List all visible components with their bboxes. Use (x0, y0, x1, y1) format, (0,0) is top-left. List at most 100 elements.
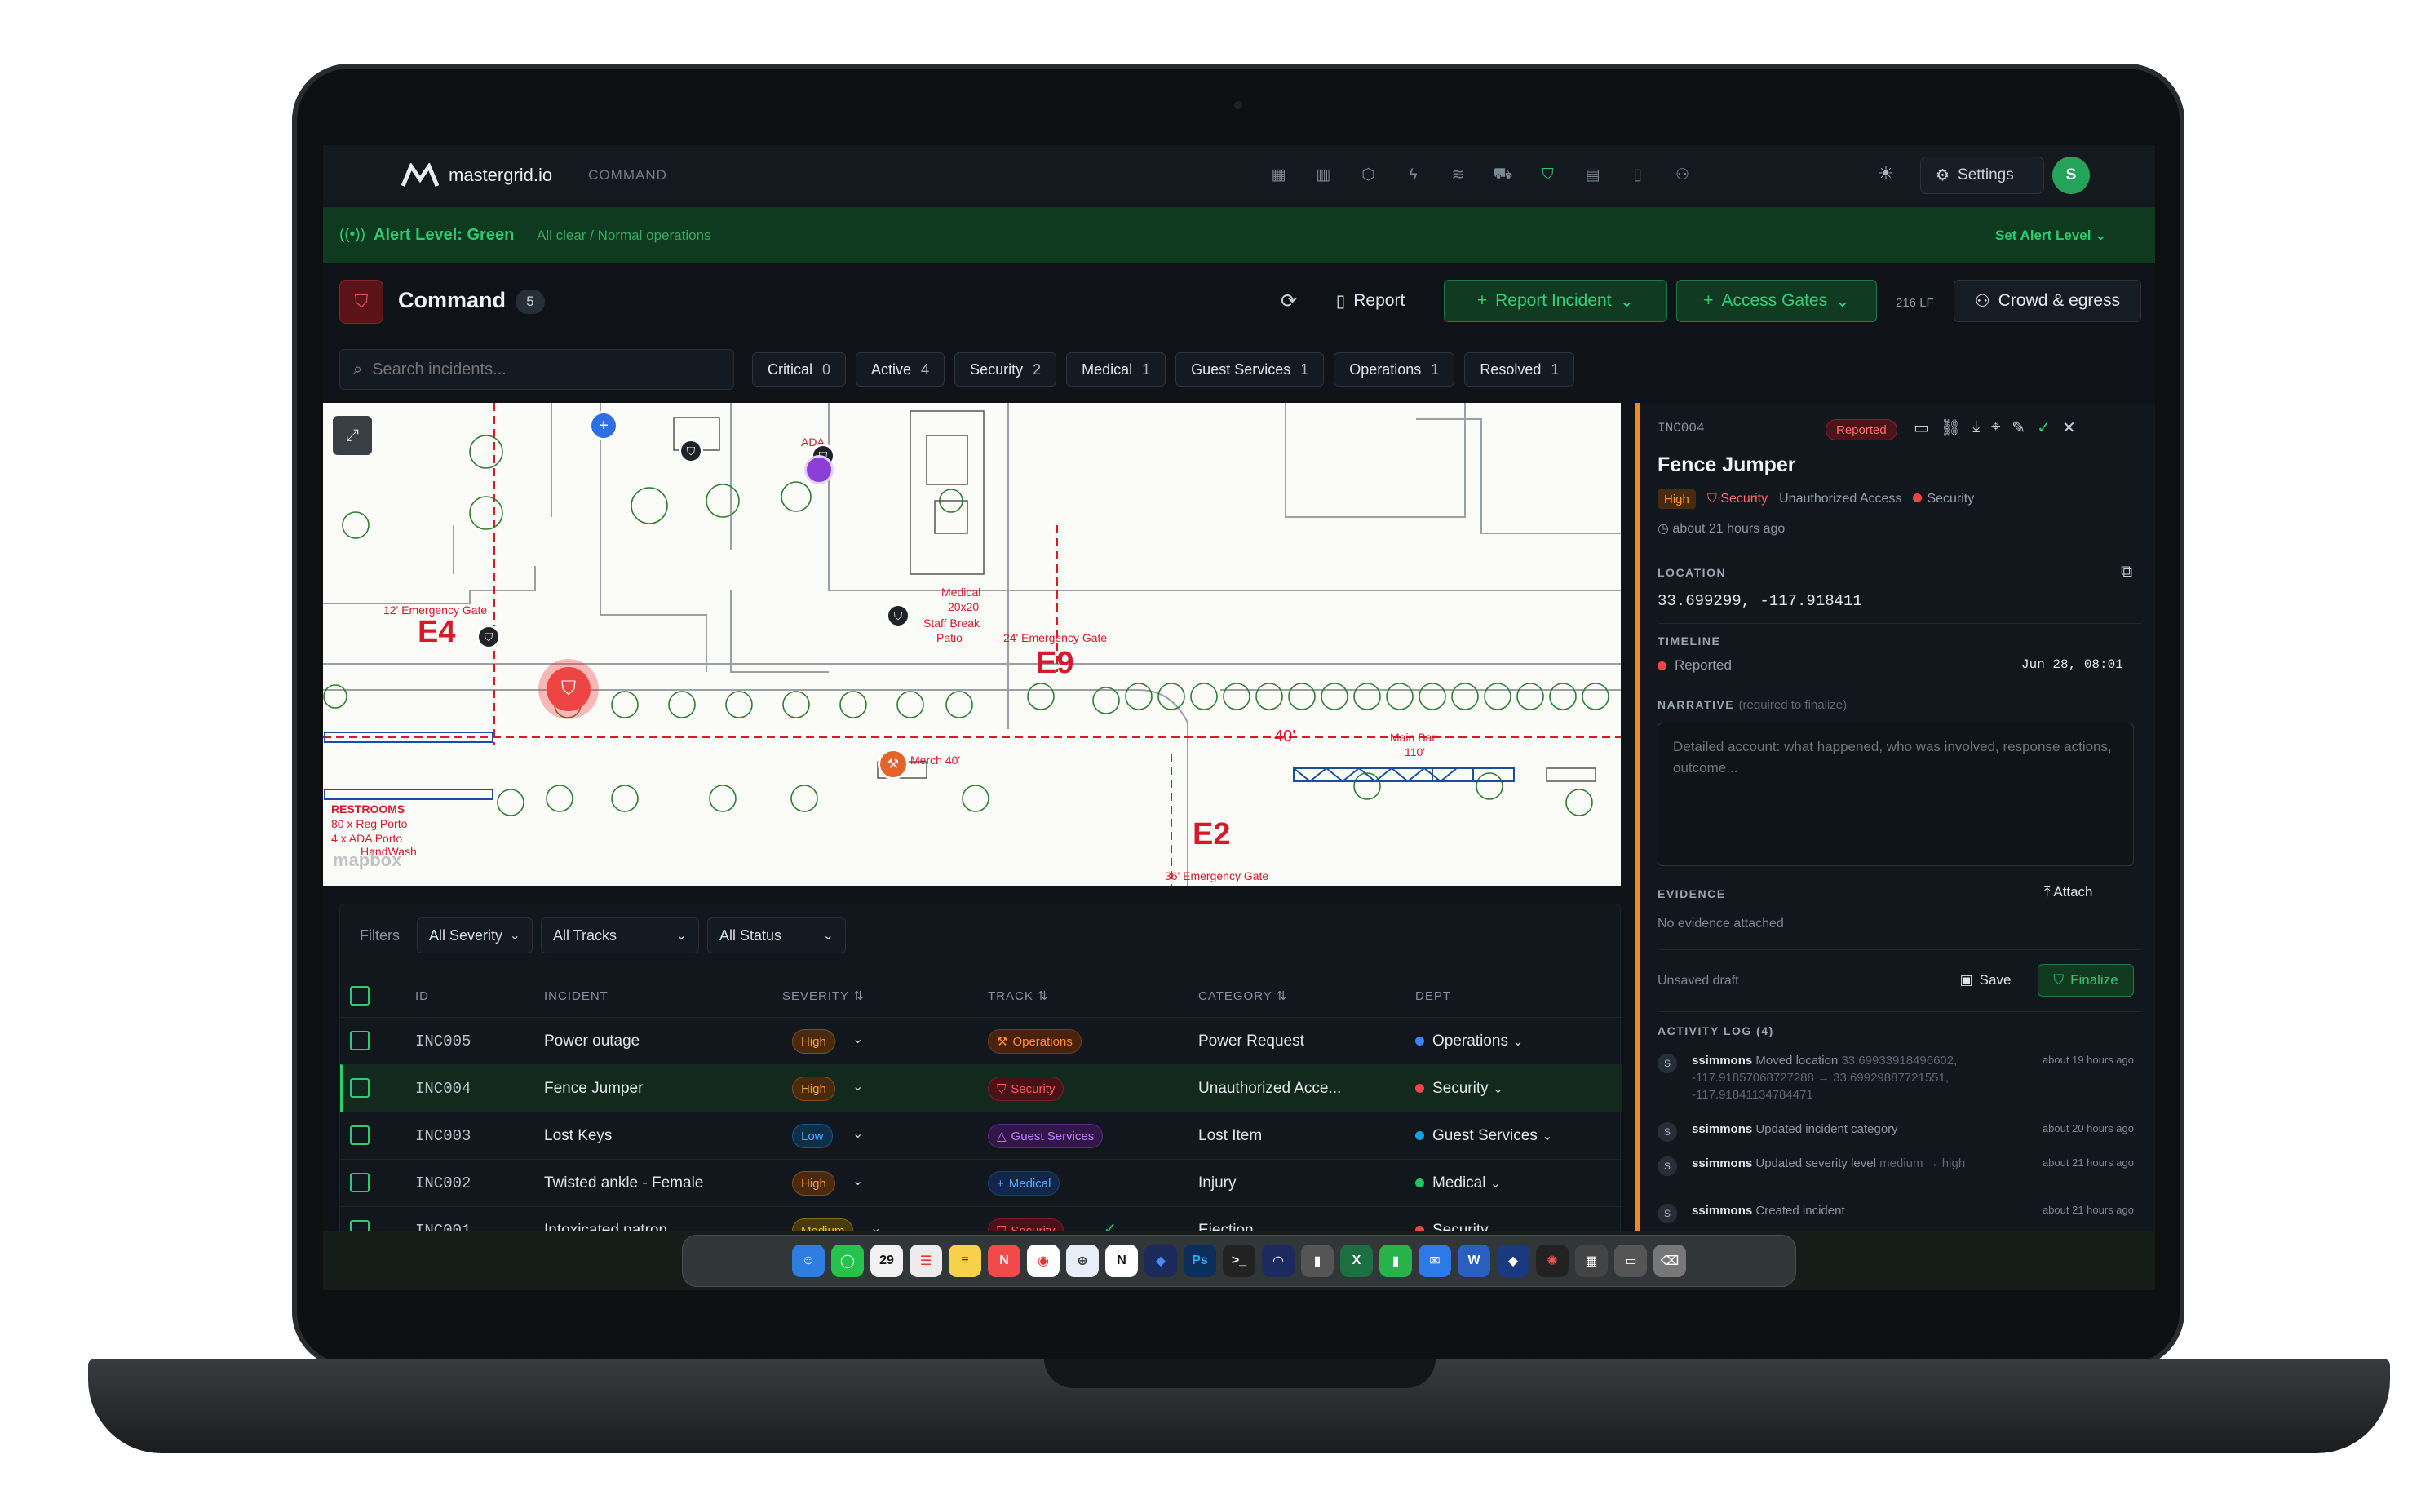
messages-icon[interactable]: ◯ (831, 1245, 864, 1277)
vpn-icon[interactable]: ◆ (1497, 1245, 1529, 1277)
wifi-icon[interactable]: ≋ (1445, 161, 1472, 188)
search-input[interactable] (372, 360, 715, 379)
chip-medical[interactable]: Medical 1 (1066, 352, 1166, 387)
calendar-icon[interactable]: ▤ (1579, 161, 1606, 188)
dropbox-icon[interactable]: ◆ (1144, 1245, 1177, 1277)
pin-icon[interactable]: ⌖ (1991, 418, 2000, 438)
calendar-icon[interactable]: 29 (870, 1245, 903, 1277)
attach-button[interactable]: ⤒ Attach (2044, 884, 2093, 900)
arc-icon[interactable]: ◠ (1262, 1245, 1295, 1277)
security-marker[interactable]: ⛉ (679, 439, 703, 463)
table-row[interactable]: INC002 Twisted ankle - Female High ⌄ + Me… (340, 1159, 1622, 1206)
chip-resolved[interactable]: Resolved 1 (1464, 352, 1575, 387)
settings-button[interactable]: ⚙ Settings (1920, 157, 2044, 194)
users-icon[interactable]: ⚇ (1669, 161, 1696, 188)
report-incident-button[interactable]: + Report Incident ⌄ (1444, 280, 1667, 322)
calculator-icon[interactable]: ▦ (1575, 1245, 1608, 1277)
chrome-icon[interactable]: ◉ (1027, 1245, 1060, 1277)
select-all-checkbox[interactable] (350, 986, 370, 1006)
terminal-icon[interactable]: >_ (1223, 1245, 1255, 1277)
safari-icon[interactable]: ⊕ (1066, 1245, 1099, 1277)
table-row[interactable]: INC004 Fence Jumper High ⌄ ⛉ Security Una… (340, 1064, 1622, 1112)
severity-filter-select[interactable]: All Severity ⌄ (417, 917, 533, 953)
chip-security[interactable]: Security 2 (954, 352, 1057, 387)
brand-logo[interactable]: mastergrid.io COMMAND (401, 163, 667, 188)
col-incident[interactable]: INCIDENT (544, 989, 609, 1003)
chip-active[interactable]: Active 4 (856, 352, 945, 387)
edit-icon[interactable]: ✎ (2012, 418, 2025, 438)
severity-badge[interactable]: High (792, 1029, 835, 1054)
chevron-down-icon[interactable]: ⌄ (852, 1078, 863, 1094)
dept-select[interactable]: Security ⌄ (1415, 1080, 1503, 1098)
set-alert-level-button[interactable]: Set Alert Level ⌄ (1995, 228, 2106, 244)
chevron-down-icon[interactable]: ⌄ (852, 1031, 863, 1047)
save-button[interactable]: ▣ Save (1943, 964, 2028, 997)
chevron-down-icon[interactable]: ⌄ (852, 1173, 863, 1189)
map-icon[interactable]: ▥ (1310, 161, 1337, 188)
status-filter-select[interactable]: All Status ⌄ (707, 917, 846, 953)
refresh-button[interactable]: ⟳ (1269, 280, 1308, 322)
selected-incident-marker[interactable]: ⛉ (538, 659, 599, 719)
severity-badge[interactable]: High (792, 1171, 835, 1196)
download-icon[interactable]: ⤓ (1972, 418, 1980, 438)
bolt-icon[interactable]: ϟ (1400, 161, 1427, 188)
link-icon[interactable]: ⛓ (1941, 418, 1961, 438)
crowd-egress-button[interactable]: ⚇ Crowd & egress (1954, 280, 2141, 322)
cube-icon[interactable]: ⬡ (1355, 161, 1382, 188)
spark-icon[interactable]: ✺ (1536, 1245, 1569, 1277)
word-icon[interactable]: W (1458, 1245, 1490, 1277)
chip-guest-services[interactable]: Guest Services 1 (1175, 352, 1325, 387)
security-marker[interactable]: ⛉ (476, 625, 501, 649)
security-marker[interactable]: ⛉ (886, 603, 910, 628)
col-track[interactable]: TRACK ⇅ (988, 988, 1049, 1003)
dept-select[interactable]: Medical ⌄ (1415, 1174, 1501, 1192)
chip-critical[interactable]: Critical 0 (752, 352, 847, 387)
downloads-stack-icon[interactable]: ▭ (1614, 1245, 1647, 1277)
col-category[interactable]: CATEGORY ⇅ (1198, 988, 1287, 1003)
col-dept[interactable]: DEPT (1415, 989, 1451, 1003)
disk-utility-icon[interactable]: ▮ (1301, 1245, 1334, 1277)
sun-icon[interactable]: ☀ (1873, 163, 1899, 189)
check-circle-icon[interactable]: ✓ (2037, 418, 2051, 438)
severity-badge[interactable]: High (792, 1077, 835, 1101)
photoshop-icon[interactable]: Ps (1184, 1245, 1216, 1277)
notion-icon[interactable]: N (1105, 1245, 1138, 1277)
grid-icon[interactable]: ▦ (1265, 161, 1292, 188)
site-map[interactable]: ⤢ E4 E9 E2 12' Emergency Gate 24' Emerge… (323, 403, 1621, 886)
report-button[interactable]: ▯ Report (1320, 280, 1421, 322)
copy-icon[interactable]: ⧉ (2121, 563, 2132, 581)
table-row[interactable]: INC003 Lost Keys Low ⌄ △ Guest Services L… (340, 1112, 1622, 1159)
row-checkbox[interactable] (350, 1031, 370, 1050)
expand-map-button[interactable]: ⤢ (333, 416, 372, 455)
finder-icon[interactable]: ☺ (792, 1245, 825, 1277)
numbers-icon[interactable]: ▮ (1379, 1245, 1412, 1277)
row-checkbox[interactable] (350, 1173, 370, 1192)
table-row[interactable]: INC005 Power outage High ⌄ ⚒ Operations P… (340, 1017, 1622, 1064)
excel-icon[interactable]: X (1340, 1245, 1373, 1277)
narrative-textarea[interactable] (1658, 723, 2134, 866)
clipboard-icon[interactable]: ▭ (1914, 418, 1929, 438)
truck-icon[interactable]: ⛟ (1489, 161, 1516, 188)
medical-marker[interactable]: + (589, 411, 618, 440)
shield-icon[interactable]: ⛉ (1534, 161, 1561, 188)
col-id[interactable]: ID (415, 989, 429, 1003)
operations-marker[interactable]: ⚒ (878, 749, 909, 780)
guest-services-marker[interactable] (804, 455, 834, 484)
receipt-icon[interactable]: ▯ (1624, 161, 1651, 188)
row-checkbox[interactable] (350, 1125, 370, 1145)
col-severity[interactable]: SEVERITY ⇅ (782, 988, 865, 1003)
finalize-button[interactable]: ⛉ Finalize (2038, 964, 2134, 997)
mail-icon[interactable]: ✉ (1419, 1245, 1451, 1277)
tracks-filter-select[interactable]: All Tracks ⌄ (541, 917, 699, 953)
dept-select[interactable]: Guest Services ⌄ (1415, 1127, 1553, 1145)
trash-icon[interactable]: ⌫ (1653, 1245, 1686, 1277)
avatar[interactable]: S (2052, 157, 2090, 194)
chip-operations[interactable]: Operations 1 (1334, 352, 1455, 387)
access-gates-button[interactable]: + Access Gates ⌄ (1676, 280, 1877, 322)
news-icon[interactable]: N (988, 1245, 1020, 1277)
chevron-down-icon[interactable]: ⌄ (852, 1125, 863, 1142)
severity-badge[interactable]: Low (792, 1124, 833, 1148)
reminders-icon[interactable]: ☰ (910, 1245, 942, 1277)
row-checkbox[interactable] (350, 1078, 370, 1098)
notes-icon[interactable]: ≡ (949, 1245, 981, 1277)
